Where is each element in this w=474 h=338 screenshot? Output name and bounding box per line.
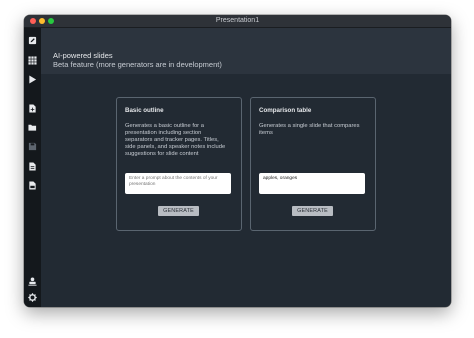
generate-outline-button[interactable]: GENERATE (158, 206, 199, 216)
play-icon[interactable] (28, 75, 37, 84)
app-window: Presentation1 AI-powered slides Beta fea… (24, 15, 451, 307)
new-document-icon[interactable] (28, 104, 37, 113)
presenter-icon[interactable] (28, 277, 37, 286)
card-description: Generates a basic outline for a presenta… (125, 123, 226, 158)
basic-outline-card: Basic outline Generates a basic outline … (116, 97, 242, 231)
save-icon[interactable] (28, 142, 37, 151)
pencil-edit-icon[interactable] (28, 36, 37, 45)
comparison-items-input[interactable]: apples, oranges (259, 173, 365, 194)
sidebar (24, 28, 41, 307)
grid-icon[interactable] (28, 56, 37, 65)
card-title: Basic outline (125, 107, 164, 114)
comparison-table-card: Comparison table Generates a single slid… (250, 97, 376, 231)
pdf-document-icon[interactable] (28, 181, 37, 190)
card-description: Generates a single slide that compares i… (259, 123, 360, 137)
export-document-icon[interactable] (28, 162, 37, 171)
page-title: AI-powered slides (53, 51, 113, 60)
gear-icon[interactable] (28, 293, 37, 302)
folder-open-icon[interactable] (28, 123, 37, 132)
page-header: AI-powered slides Beta feature (more gen… (41, 28, 451, 74)
outline-prompt-input[interactable] (125, 173, 231, 194)
generate-comparison-button[interactable]: GENERATE (292, 206, 333, 216)
window-title: Presentation1 (215, 17, 260, 24)
page-subtitle: Beta feature (more generators are in dev… (53, 60, 222, 69)
title-bar: Presentation1 (24, 15, 451, 28)
card-title: Comparison table (259, 107, 312, 114)
